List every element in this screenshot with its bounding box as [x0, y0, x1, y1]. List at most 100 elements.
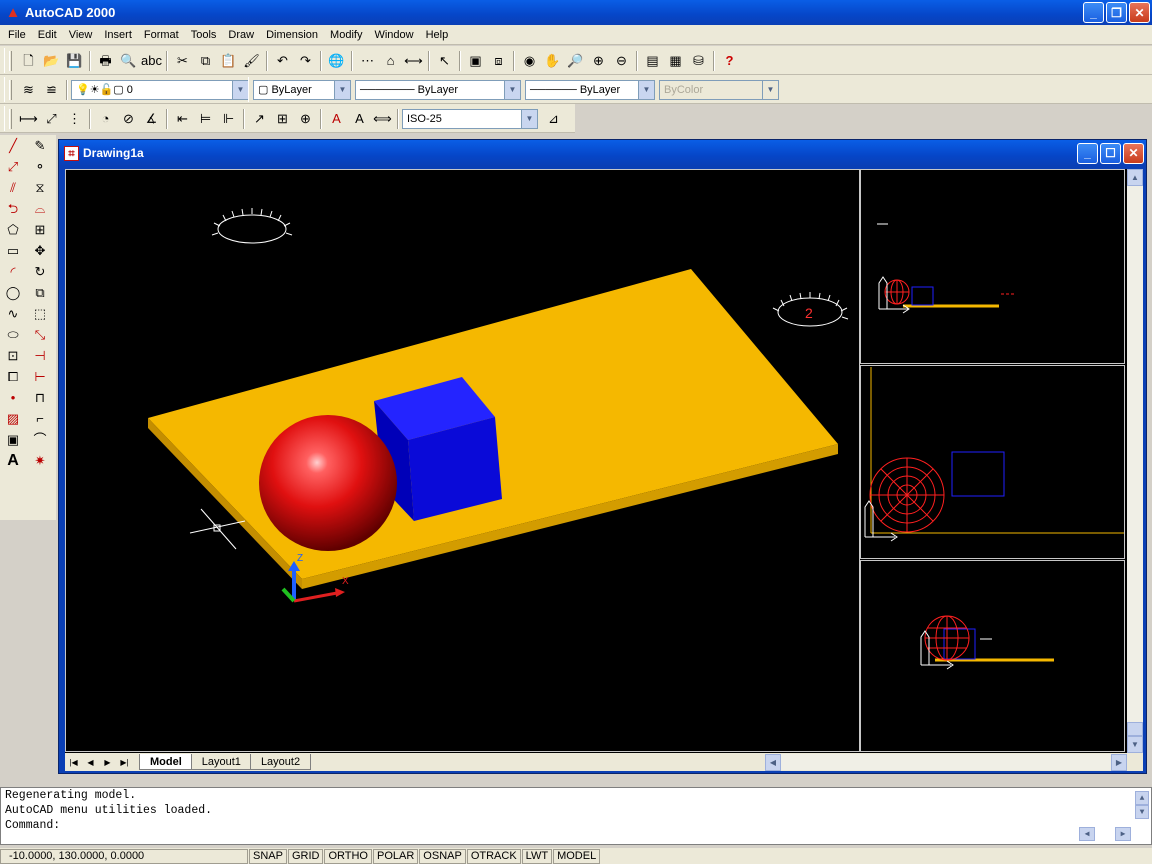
construction-line-icon[interactable]: ⤢: [2, 156, 24, 177]
make-object-layer-current-icon[interactable]: ≌: [40, 79, 63, 101]
tolerance-icon[interactable]: ⊞: [271, 108, 294, 130]
3d-orbit-icon[interactable]: ◉: [518, 50, 541, 72]
scroll-down-icon[interactable]: ▼: [1127, 736, 1143, 753]
scroll-up-icon[interactable]: ▲: [1127, 169, 1143, 186]
dimension-text-edit-icon[interactable]: A: [348, 108, 371, 130]
toolbar-grip[interactable]: [9, 79, 12, 100]
spline-icon[interactable]: ∿: [2, 303, 24, 324]
baseline-dimension-icon[interactable]: ⊨: [194, 108, 217, 130]
chamfer-icon[interactable]: ⌐: [29, 408, 51, 429]
menu-insert[interactable]: Insert: [98, 29, 138, 41]
menu-edit[interactable]: Edit: [32, 29, 63, 41]
dimension-update-icon[interactable]: ⟺: [371, 108, 394, 130]
ellipse-icon[interactable]: ⬭: [2, 324, 24, 345]
menu-format[interactable]: Format: [138, 29, 185, 41]
offset-icon[interactable]: ⌓: [29, 198, 51, 219]
chevron-down-icon[interactable]: ▼: [638, 80, 654, 99]
zoom-realtime-icon[interactable]: 🔎: [564, 50, 587, 72]
chevron-down-icon[interactable]: ▼: [232, 80, 248, 99]
named-views-icon[interactable]: ▣: [464, 50, 487, 72]
first-tab-icon[interactable]: |◀: [65, 754, 82, 770]
line-icon[interactable]: ╱: [2, 135, 24, 156]
3d-views-icon[interactable]: ⧈: [487, 50, 510, 72]
close-button[interactable]: ✕: [1129, 2, 1150, 23]
command-window[interactable]: Regenerating model. AutoCAD menu utiliti…: [0, 787, 1152, 845]
otrack-toggle[interactable]: OTRACK: [466, 848, 521, 864]
cut-icon[interactable]: ✂: [171, 50, 194, 72]
distance-icon[interactable]: ⟷: [402, 50, 425, 72]
chevron-down-icon[interactable]: ▼: [504, 80, 520, 99]
layers-icon[interactable]: ≋: [17, 79, 40, 101]
menu-modify[interactable]: Modify: [324, 29, 368, 41]
move-icon[interactable]: ✥: [29, 240, 51, 261]
command-hscroll[interactable]: ◀ ▶: [1079, 827, 1131, 841]
restore-button[interactable]: ❐: [1106, 2, 1127, 23]
tab-layout2[interactable]: Layout2: [249, 754, 312, 770]
dimension-style-icon[interactable]: ⊿: [542, 108, 565, 130]
open-icon[interactable]: 📂: [40, 50, 63, 72]
save-icon[interactable]: 💾: [63, 50, 86, 72]
make-block-icon[interactable]: ⧠: [2, 366, 24, 387]
last-tab-icon[interactable]: ▶|: [116, 754, 133, 770]
arc-icon[interactable]: ◜: [2, 261, 24, 282]
erase-icon[interactable]: ✎: [29, 135, 51, 156]
lengthen-icon[interactable]: ⤡: [29, 324, 51, 345]
break-icon[interactable]: ⊓: [29, 387, 51, 408]
tab-layout1[interactable]: Layout1: [190, 754, 252, 770]
browse-web-icon[interactable]: 🌐: [325, 50, 348, 72]
linetype-control-combo[interactable]: ─────── ByLayer ▼: [355, 79, 521, 100]
rotate-icon[interactable]: ↻: [29, 261, 51, 282]
bottom-right-viewport[interactable]: [860, 560, 1125, 752]
copy-icon[interactable]: ⧉: [194, 50, 217, 72]
drawing-close-button[interactable]: ✕: [1123, 142, 1144, 164]
quick-leader-icon[interactable]: ↗: [248, 108, 271, 130]
center-mark-icon[interactable]: ⊕: [294, 108, 317, 130]
scroll-left-icon[interactable]: ◀: [1079, 827, 1095, 841]
properties-icon[interactable]: ▤: [641, 50, 664, 72]
lwt-toggle[interactable]: LWT: [521, 848, 553, 864]
dimstyle-combo[interactable]: ISO-25 ▼: [402, 108, 538, 129]
rectangle-icon[interactable]: ▭: [2, 240, 24, 261]
lineweight-control-combo[interactable]: ────── ByLayer ▼: [525, 79, 655, 100]
multiline-text-icon[interactable]: A: [2, 450, 24, 471]
chevron-down-icon[interactable]: ▼: [521, 109, 537, 128]
zoom-window-icon[interactable]: ⊕: [587, 50, 610, 72]
stretch-icon[interactable]: ⬚: [29, 303, 51, 324]
radius-dimension-icon[interactable]: ◔: [94, 108, 117, 130]
point-icon[interactable]: •: [2, 387, 24, 408]
hatch-icon[interactable]: ▨: [2, 408, 24, 429]
dimension-edit-icon[interactable]: A: [325, 108, 348, 130]
menu-file[interactable]: File: [2, 29, 32, 41]
continue-dimension-icon[interactable]: ⊩: [217, 108, 240, 130]
osnap-toggle[interactable]: OSNAP: [419, 848, 466, 864]
dbconnect-icon[interactable]: ⛁: [687, 50, 710, 72]
ordinate-dimension-icon[interactable]: ⋮: [63, 108, 86, 130]
polyline-icon[interactable]: ⮌: [2, 198, 24, 219]
trim-icon[interactable]: ⊣: [29, 345, 51, 366]
ortho-toggle[interactable]: ORTHO: [324, 848, 372, 864]
extend-icon[interactable]: ⊢: [29, 366, 51, 387]
toolbar-grip[interactable]: [9, 50, 12, 71]
insert-block-icon[interactable]: ⊡: [2, 345, 24, 366]
mirror-icon[interactable]: ⧖: [29, 177, 51, 198]
menu-help[interactable]: Help: [420, 29, 455, 41]
redo-icon[interactable]: ↷: [294, 50, 317, 72]
polar-toggle[interactable]: POLAR: [373, 848, 419, 864]
previous-tab-icon[interactable]: ◀: [82, 754, 99, 770]
pan-icon[interactable]: ✋: [541, 50, 564, 72]
menu-tools[interactable]: Tools: [185, 29, 223, 41]
command-prompt[interactable]: Command:: [1, 818, 1151, 833]
command-scrollbar[interactable]: ▲ ▼: [1135, 791, 1149, 819]
paste-icon[interactable]: 📋: [217, 50, 240, 72]
help-icon[interactable]: ?: [718, 50, 741, 72]
new-icon[interactable]: 🗋: [17, 50, 40, 72]
chevron-down-icon[interactable]: ▼: [334, 80, 350, 99]
menu-draw[interactable]: Draw: [222, 29, 260, 41]
scroll-thumb[interactable]: [1127, 722, 1143, 736]
design-center-icon[interactable]: ▦: [664, 50, 687, 72]
polygon-icon[interactable]: ⬠: [2, 219, 24, 240]
spelling-icon[interactable]: abc: [140, 50, 163, 72]
diameter-dimension-icon[interactable]: ⊘: [117, 108, 140, 130]
multiline-icon[interactable]: ⫽: [2, 177, 24, 198]
match-properties-icon[interactable]: 🖌: [240, 50, 263, 72]
